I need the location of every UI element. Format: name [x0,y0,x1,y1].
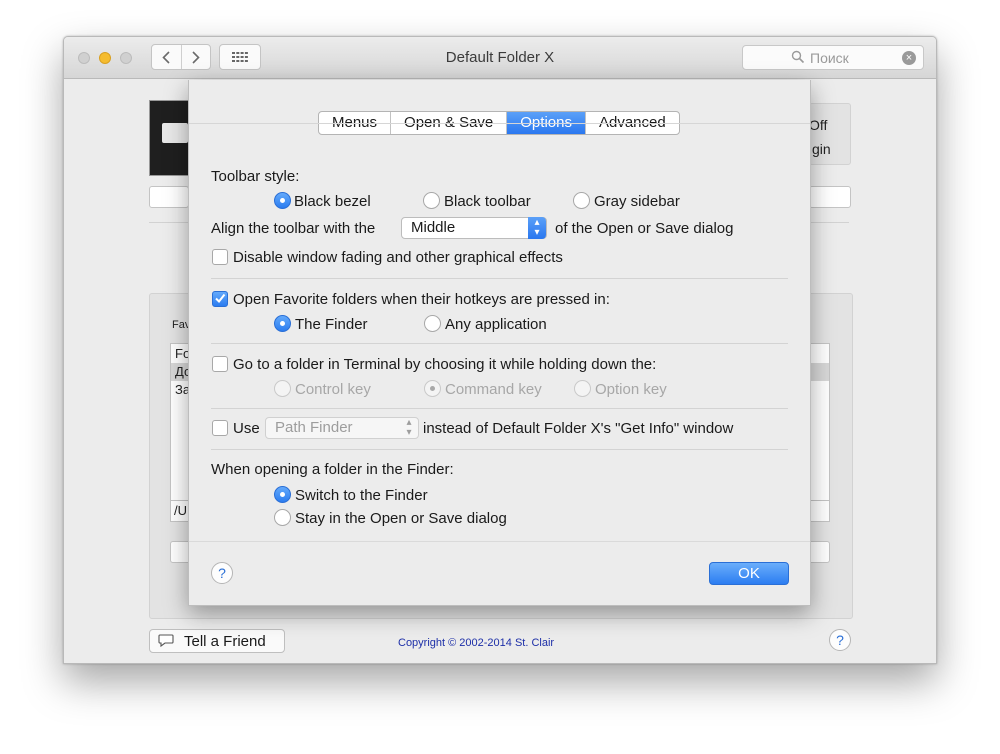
radio-black-toolbar-label: Black toolbar [444,193,531,210]
bg-button-left[interactable] [149,186,189,208]
radio-stay-in-dialog-label: Stay in the Open or Save dialog [295,510,507,527]
terminal-label: Go to a folder in Terminal by choosing i… [233,356,657,373]
radio-switch-to-finder[interactable] [274,486,291,503]
disable-fading-label: Disable window fading and other graphica… [233,249,563,266]
align-toolbar-suffix: of the Open or Save dialog [555,220,734,237]
path-field-text: /U [174,503,187,518]
search-field[interactable]: Поиск × [742,45,924,70]
app-icon-thumbnail [149,100,191,176]
radio-switch-to-finder-label: Switch to the Finder [295,487,428,504]
radio-the-finder[interactable] [274,315,291,332]
background-help-button[interactable]: ? [829,629,851,651]
copyright-text: Copyright © 2002-2014 St. Clair [398,637,555,649]
toolbar-style-heading: Toolbar style: [211,168,300,185]
checkbox-terminal[interactable] [212,356,228,372]
separator-2 [211,343,788,344]
radio-option-key[interactable] [574,380,591,397]
separator-1 [211,278,788,279]
open-favorites-label: Open Favorite folders when their hotkeys… [233,291,610,308]
checkbox-open-favorites[interactable] [212,291,228,307]
status-text-off: Off [809,117,828,133]
tell-a-friend-label: Tell a Friend [184,632,266,650]
options-sheet: Menus Open & Save Options Advanced Toolb… [188,80,811,606]
radio-command-key-label: Command key [445,381,542,398]
radio-black-toolbar[interactable] [423,192,440,209]
speech-bubble-icon [158,634,174,648]
separator-4 [211,449,788,450]
sheet-footer: ? OK [189,541,810,606]
clear-search-icon[interactable]: × [902,51,916,65]
radio-control-key-label: Control key [295,381,371,398]
checkmark-icon [215,293,226,304]
radio-gray-sidebar[interactable] [573,192,590,209]
use-label: Use [233,420,260,437]
align-position-popup[interactable]: Middle ▴ ▾ [401,217,547,239]
tell-a-friend-button[interactable]: Tell a Friend [149,629,285,653]
radio-black-bezel[interactable] [274,192,291,209]
get-info-suffix: instead of Default Folder X's "Get Info"… [423,420,734,437]
radio-the-finder-label: The Finder [295,316,368,333]
ok-button[interactable]: OK [709,562,789,585]
updown-arrows-icon: ▴ ▾ [528,217,546,239]
separator-3 [211,408,788,409]
folder-icon [162,123,188,143]
search-icon [791,50,805,68]
search-placeholder: Поиск [810,50,849,66]
bg-button-right[interactable] [809,186,851,208]
get-info-app-popup[interactable]: Path Finder ▴ ▾ [265,417,419,439]
help-button[interactable]: ? [211,562,233,584]
radio-stay-in-dialog[interactable] [274,509,291,526]
checkbox-disable-fading[interactable] [212,249,228,265]
status-text-login: gin [812,141,831,157]
align-position-value: Middle [411,219,456,236]
updown-arrows-icon: ▴ ▾ [406,417,412,438]
checkbox-use-get-info[interactable] [212,420,228,436]
radio-black-bezel-label: Black bezel [294,193,371,210]
finder-open-heading: When opening a folder in the Finder: [211,461,454,478]
options-panel: Toolbar style: Black bezel Black toolbar… [189,123,810,541]
radio-control-key[interactable] [274,380,291,397]
radio-any-application-label: Any application [445,316,547,333]
align-toolbar-label: Align the toolbar with the [211,220,376,237]
title-bar: Default Folder X Поиск × [64,37,936,79]
radio-option-key-label: Option key [595,381,667,398]
radio-gray-sidebar-label: Gray sidebar [594,193,680,210]
radio-any-application[interactable] [424,315,441,332]
radio-command-key[interactable] [424,380,441,397]
get-info-app-value: Path Finder [275,419,353,436]
